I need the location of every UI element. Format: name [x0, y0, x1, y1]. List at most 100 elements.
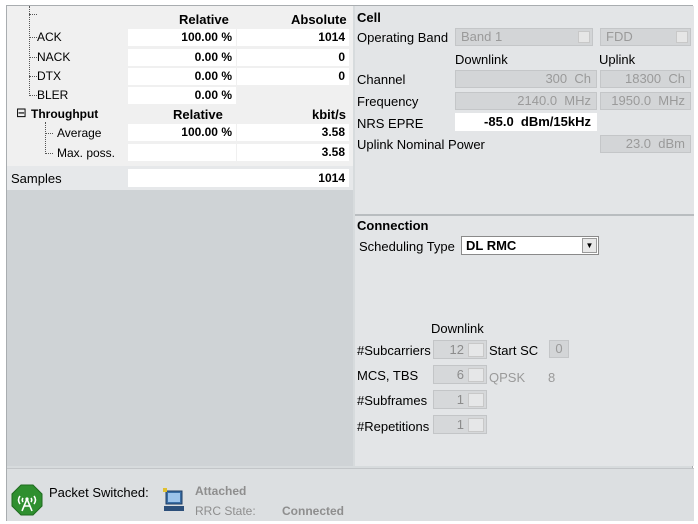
channel-dl-value: 300 — [545, 71, 568, 86]
tree-branch — [29, 57, 37, 58]
status-bar: Packet Switched: Attached RRC State: Con… — [7, 468, 694, 521]
tbs-value: 8 — [548, 370, 556, 385]
modulation-value: QPSK — [489, 370, 526, 385]
bler-relative: 0.00 % — [128, 87, 236, 104]
start-sc-label: Start SC — [489, 343, 539, 358]
repetitions-spinbox[interactable]: 1 — [433, 415, 487, 434]
dtx-label: DTX — [37, 69, 61, 83]
average-kbits: 3.58 — [237, 124, 349, 141]
throughput-expander-icon[interactable]: ⊟ — [16, 105, 27, 121]
channel-label: Channel — [357, 72, 406, 87]
uplink-nominal-power-label: Uplink Nominal Power — [357, 137, 485, 152]
frequency-dl-value: 2140.0 — [517, 93, 558, 108]
repetitions-label: #Repetitions — [357, 419, 430, 434]
throughput-relative-header: Relative — [173, 107, 223, 122]
bler-label: BLER — [37, 88, 69, 102]
packet-switched-label: Packet Switched: — [49, 485, 149, 500]
tree-branch — [45, 153, 53, 154]
frequency-ul-value: 1950.0 — [611, 93, 652, 108]
ack-relative: 100.00 % — [128, 29, 236, 46]
cell-uplink-header: Uplink — [599, 52, 636, 67]
statistics-panel: Relative Absolute ACK 100.00 % 1014 NACK… — [7, 6, 353, 466]
nrs-epre-label: NRS EPRE — [357, 116, 424, 131]
uplink-nominal-power-field[interactable]: 23.0 dBm — [600, 135, 691, 153]
chevron-down-icon[interactable]: ▼ — [582, 238, 597, 253]
channel-ul-field[interactable]: 18300 Ch — [600, 70, 691, 88]
subcarriers-label: #Subcarriers — [357, 343, 431, 358]
start-sc-field[interactable]: 0 — [549, 340, 569, 358]
max-poss-relative — [128, 144, 236, 161]
rrc-state-value: Connected — [282, 504, 345, 518]
max-poss-kbits: 3.58 — [237, 144, 349, 161]
operating-band-label: Operating Band — [357, 30, 449, 45]
section-divider — [355, 214, 694, 216]
subcarriers-spinbox[interactable]: 12 — [433, 340, 487, 359]
samples-value: 1014 — [128, 169, 349, 187]
operating-band-value: Band 1 — [461, 29, 503, 44]
scheduling-type-select[interactable]: DL RMC ▼ — [461, 236, 599, 255]
max-poss-label: Max. poss. — [57, 146, 116, 160]
cell-downlink-header: Downlink — [455, 52, 508, 67]
start-sc-value: 0 — [555, 341, 563, 356]
connection-section-title: Connection — [357, 218, 429, 233]
samples-row: Samples 1014 — [7, 166, 353, 190]
settings-panel: Cell Operating Band Band 1 FDD Downlink … — [355, 6, 694, 466]
absolute-header: Absolute — [291, 12, 347, 27]
ack-label: ACK — [37, 30, 62, 44]
operating-band-dropdown[interactable]: Band 1 — [455, 28, 593, 46]
channel-dl-unit: Ch — [574, 71, 591, 86]
samples-label: Samples — [11, 171, 62, 186]
spin-button[interactable] — [468, 393, 484, 407]
spin-button[interactable] — [468, 368, 484, 382]
nack-label: NACK — [37, 50, 71, 64]
duplex-mode-dropdown[interactable]: FDD — [600, 28, 691, 46]
mcs-spinbox[interactable]: 6 — [433, 365, 487, 384]
scheduling-type-label: Scheduling Type — [359, 239, 455, 254]
bler-table: Relative Absolute ACK 100.00 % 1014 NACK… — [7, 6, 353, 166]
frequency-dl-field[interactable]: 2140.0 MHz — [455, 92, 597, 110]
throughput-unit-header: kbit/s — [312, 107, 346, 122]
tree-branch — [29, 37, 37, 38]
nack-relative: 0.00 % — [128, 49, 236, 66]
frequency-ul-unit: MHz — [658, 93, 685, 108]
repetitions-value: 1 — [456, 417, 464, 432]
dtx-absolute: 0 — [237, 68, 349, 85]
tree-line — [45, 122, 46, 154]
channel-ul-unit: Ch — [668, 71, 685, 86]
tree-branch — [29, 76, 37, 77]
app-window: Relative Absolute ACK 100.00 % 1014 NACK… — [6, 5, 694, 521]
antenna-icon — [11, 484, 43, 516]
spin-button[interactable] — [468, 418, 484, 432]
subframes-spinbox[interactable]: 1 — [433, 390, 487, 409]
subframes-value: 1 — [456, 392, 464, 407]
subframes-label: #Subframes — [357, 393, 428, 408]
dtx-relative: 0.00 % — [128, 68, 236, 85]
chevron-down-icon[interactable] — [676, 31, 688, 43]
scheduling-type-value: DL RMC — [466, 238, 517, 253]
ack-absolute: 1014 — [237, 29, 349, 46]
tree-branch — [29, 95, 37, 96]
connection-downlink-header: Downlink — [431, 321, 484, 336]
frequency-dl-unit: MHz — [564, 93, 591, 108]
chevron-down-icon[interactable] — [578, 31, 590, 43]
tree-branch — [45, 133, 53, 134]
tree-branch — [29, 14, 37, 15]
network-status-icon — [163, 488, 184, 511]
throughput-label: Throughput — [31, 107, 99, 121]
channel-dl-field[interactable]: 300 Ch — [455, 70, 597, 88]
nrs-epre-unit: dBm/15kHz — [520, 114, 591, 129]
nrs-epre-field[interactable]: -85.0 dBm/15kHz — [455, 113, 597, 131]
uplink-nominal-power-unit: dBm — [658, 136, 685, 151]
frequency-ul-field[interactable]: 1950.0 MHz — [600, 92, 691, 110]
tree-line — [29, 6, 30, 94]
spin-button[interactable] — [468, 343, 484, 357]
average-label: Average — [57, 126, 102, 140]
nack-absolute: 0 — [237, 49, 349, 66]
subcarriers-value: 12 — [449, 342, 464, 357]
rrc-state-label: RRC State: — [195, 504, 256, 518]
channel-ul-value: 18300 — [624, 71, 662, 86]
attached-status: Attached — [195, 484, 247, 498]
mcs-tbs-label: MCS, TBS — [357, 368, 419, 383]
uplink-nominal-power-value: 23.0 — [625, 136, 652, 151]
mcs-value: 6 — [456, 367, 464, 382]
